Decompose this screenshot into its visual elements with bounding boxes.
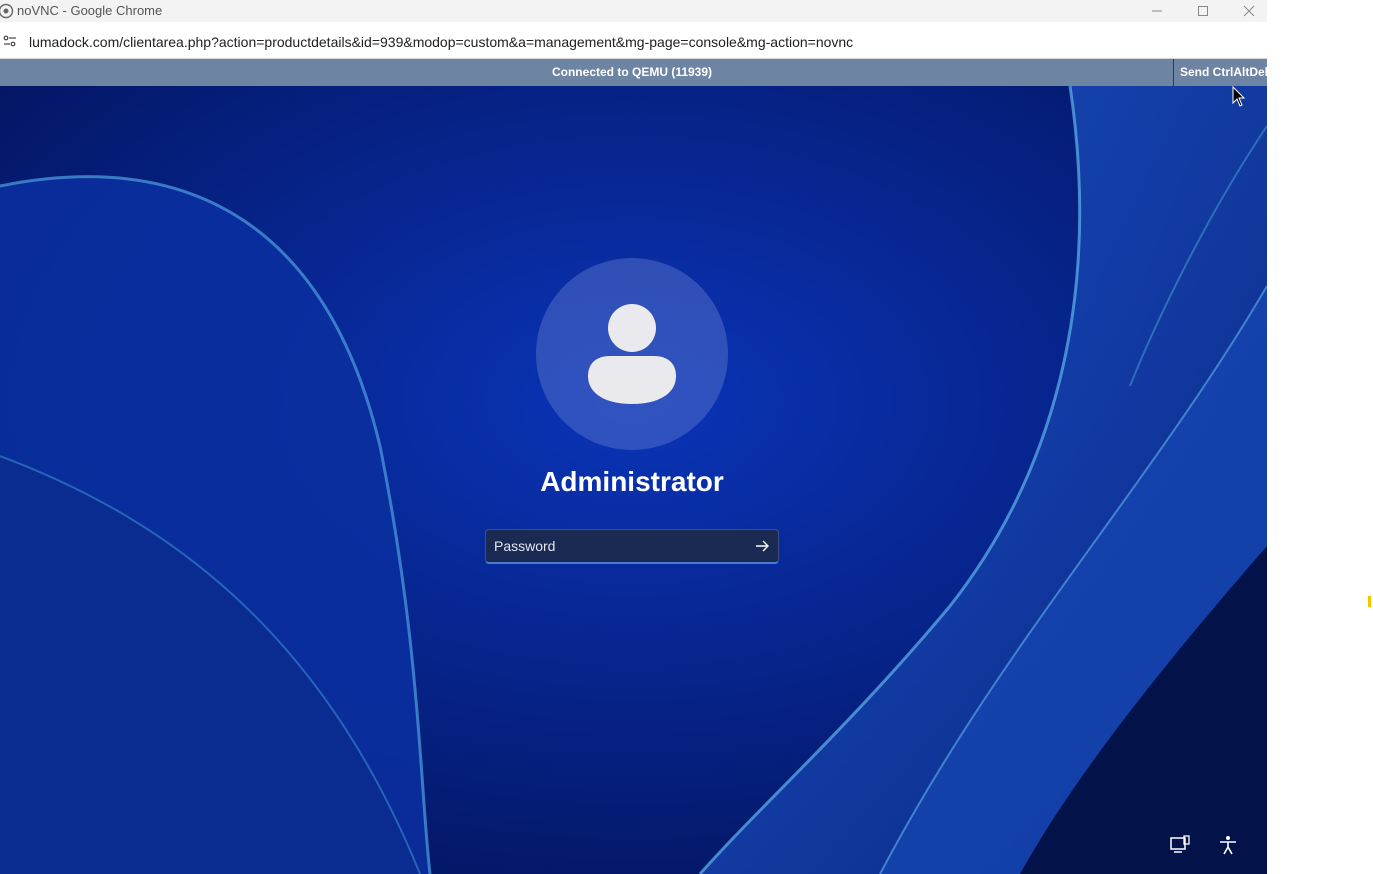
password-input[interactable] (494, 530, 734, 562)
close-icon (1243, 5, 1255, 17)
yellow-marker (1368, 596, 1371, 607)
minimize-icon (1152, 10, 1162, 12)
network-icon[interactable] (1169, 834, 1191, 856)
maximize-icon (1198, 6, 1208, 16)
chrome-icon (0, 3, 14, 19)
browser-window: noVNC - Google Chrome lumadock.com/clien… (0, 0, 1267, 874)
user-icon (588, 304, 676, 404)
connection-status: Connected to QEMU (11939) (551, 65, 713, 79)
password-field[interactable] (485, 529, 779, 564)
vnc-control-bar: Connected to QEMU (11939) Send CtrlAltDe… (0, 59, 1267, 87)
arrow-right-icon[interactable] (754, 538, 770, 554)
window-title: noVNC - Google Chrome (17, 3, 163, 18)
url-text[interactable]: lumadock.com/clientarea.php?action=produ… (29, 34, 853, 50)
remote-desktop-screen[interactable]: Administrator (0, 86, 1267, 874)
address-bar[interactable]: lumadock.com/clientarea.php?action=produ… (0, 22, 1267, 59)
send-ctrl-alt-del-button[interactable]: Send CtrlAltDel (1173, 59, 1267, 86)
site-info-icon[interactable] (3, 34, 17, 48)
minimize-button[interactable] (1134, 0, 1180, 22)
maximize-button[interactable] (1180, 0, 1226, 22)
mouse-cursor (1232, 86, 1246, 107)
avatar (536, 258, 728, 450)
close-button[interactable] (1226, 0, 1267, 22)
title-bar: noVNC - Google Chrome (0, 0, 1267, 22)
username: Administrator (540, 466, 724, 497)
accessibility-icon[interactable] (1217, 834, 1239, 856)
